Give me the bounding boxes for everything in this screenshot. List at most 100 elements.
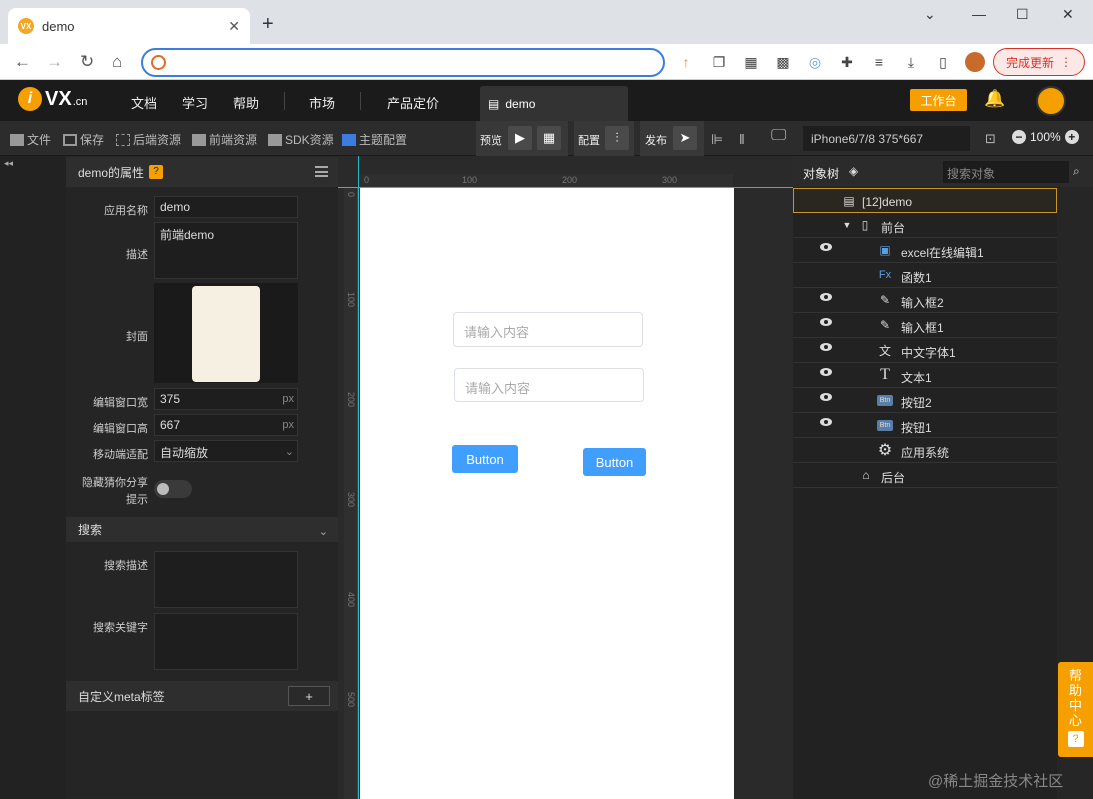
address-bar: ← → ↻ ⌂ ↑ ❐ ▦ ▩ ◎ ✚ ≡ ⤓ ▯ 完成更新 ⋮ bbox=[0, 44, 1093, 80]
theme-config-button[interactable]: 主题配置 bbox=[342, 131, 407, 148]
help-icon[interactable]: ? bbox=[149, 165, 164, 179]
qrcode-icon[interactable]: ▦ bbox=[537, 126, 561, 150]
button-2[interactable]: Button bbox=[452, 445, 518, 473]
menu-icon[interactable] bbox=[315, 166, 328, 177]
tree-row-button1[interactable]: Btn 按钮1 bbox=[793, 413, 1057, 438]
mobile-adapt-select[interactable]: 自动缩放 ⌄ bbox=[154, 440, 298, 462]
chevron-down-icon[interactable]: ⌄ bbox=[924, 6, 936, 23]
object-tree-header: 对象树 ◈ 搜索对象 ⌕ bbox=[793, 156, 1093, 187]
zoom-in-icon[interactable]: + bbox=[1064, 130, 1079, 144]
update-button[interactable]: 完成更新 ⋮ bbox=[993, 48, 1085, 76]
monitor-icon[interactable]: 🖵 bbox=[771, 127, 786, 145]
save-button[interactable]: 保存 bbox=[63, 131, 104, 148]
home-icon[interactable]: ⌂ bbox=[112, 52, 122, 72]
nav-help[interactable]: 帮助 bbox=[233, 93, 259, 112]
sliders-icon[interactable]: ⫶ bbox=[605, 126, 629, 150]
tree-row-excel[interactable]: ▣ excel在线编辑1 bbox=[793, 238, 1057, 263]
profile-avatar[interactable] bbox=[965, 52, 985, 72]
grid-extension-icon[interactable]: ▩ bbox=[775, 54, 791, 70]
layers-icon[interactable]: ◈ bbox=[849, 164, 858, 178]
share-toggle[interactable] bbox=[154, 480, 192, 498]
nav-pricing[interactable]: 产品定价 bbox=[387, 93, 439, 112]
nav-docs[interactable]: 文档 bbox=[131, 93, 157, 112]
url-input[interactable] bbox=[141, 48, 665, 77]
maximize-icon[interactable]: ☐ bbox=[1016, 6, 1029, 23]
nav-learn[interactable]: 学习 bbox=[182, 93, 208, 112]
screenshot-icon[interactable]: ⊡ bbox=[985, 131, 996, 147]
desc-textarea[interactable]: 前端demo bbox=[154, 222, 298, 279]
file-menu[interactable]: 文件 bbox=[10, 131, 51, 148]
search-keyword-textarea[interactable] bbox=[154, 613, 298, 670]
paper-plane-icon[interactable]: ➤ bbox=[673, 126, 697, 150]
distribute-icon[interactable]: ‖ bbox=[739, 131, 745, 147]
phone-canvas[interactable]: 请输入内容 请输入内容 Button Button bbox=[360, 188, 734, 799]
collapse-left-icon[interactable]: ◂◂ bbox=[4, 158, 13, 169]
circle-extension-icon[interactable]: ◎ bbox=[807, 54, 823, 70]
cover-image-picker[interactable] bbox=[154, 283, 298, 383]
copy-extension-icon[interactable]: ❐ bbox=[711, 54, 727, 70]
close-window-icon[interactable]: ✕ bbox=[1062, 6, 1074, 23]
caret-down-icon[interactable]: ▼ bbox=[839, 217, 855, 233]
help-center-button[interactable]: 帮助中心 ? bbox=[1058, 662, 1093, 757]
tree-row-function[interactable]: Fx 函数1 bbox=[793, 263, 1057, 288]
tree-row-input2[interactable]: ✎ 输入框2 bbox=[793, 288, 1057, 313]
workbench-button[interactable]: 工作台 bbox=[910, 89, 967, 111]
sidepanel-icon[interactable]: ▯ bbox=[935, 54, 951, 70]
server-icon: ⌂ bbox=[862, 468, 870, 482]
minimize-icon[interactable]: — bbox=[972, 6, 986, 22]
search-desc-textarea[interactable] bbox=[154, 551, 298, 608]
bell-icon[interactable]: 🔔 bbox=[984, 89, 1005, 109]
tree-row-frontend[interactable]: ▼ ▯ 前台 bbox=[793, 213, 1057, 238]
eye-icon[interactable] bbox=[820, 293, 832, 301]
ivx-logo[interactable]: i VX .cn bbox=[18, 87, 87, 111]
close-tab-icon[interactable]: ✕ bbox=[228, 18, 240, 35]
browser-tab[interactable]: VX demo ✕ bbox=[8, 8, 250, 44]
width-input[interactable]: 375 px bbox=[154, 388, 298, 410]
eye-icon[interactable] bbox=[820, 243, 832, 251]
qrcode-extension-icon[interactable]: ▦ bbox=[743, 54, 759, 70]
app-name-input[interactable]: demo bbox=[154, 196, 298, 218]
eye-icon[interactable] bbox=[820, 418, 832, 426]
download-icon[interactable]: ⤓ bbox=[903, 54, 919, 70]
height-input[interactable]: 667 px bbox=[154, 414, 298, 436]
input-box-1[interactable]: 请输入内容 bbox=[454, 368, 644, 402]
align-left-icon[interactable]: ⊫ bbox=[711, 131, 723, 148]
search-section-header[interactable]: 搜索 ⌄ bbox=[66, 517, 338, 542]
site-info-icon[interactable] bbox=[151, 55, 166, 70]
new-tab-icon[interactable]: + bbox=[262, 13, 274, 36]
object-search-input[interactable]: 搜索对象 bbox=[943, 161, 1069, 183]
eye-icon[interactable] bbox=[820, 393, 832, 401]
zoom-out-icon[interactable]: − bbox=[1012, 130, 1026, 144]
forward-icon[interactable]: → bbox=[46, 52, 63, 72]
arrow-up-extension-icon[interactable]: ↑ bbox=[678, 54, 694, 70]
tree-row-text[interactable]: T 文本1 bbox=[793, 363, 1057, 388]
eye-icon[interactable] bbox=[820, 318, 832, 326]
user-avatar[interactable] bbox=[1036, 86, 1066, 116]
tree-row-font[interactable]: 文 中文字体1 bbox=[793, 338, 1057, 363]
add-meta-button[interactable]: + bbox=[288, 686, 330, 706]
backend-resources-button[interactable]: 后端资源 bbox=[116, 131, 181, 148]
play-icon[interactable]: ▶ bbox=[508, 126, 532, 150]
nav-market[interactable]: 市场 bbox=[309, 93, 335, 112]
eye-icon[interactable] bbox=[820, 343, 832, 351]
reload-icon[interactable]: ↻ bbox=[80, 52, 94, 72]
sdk-resources-button[interactable]: SDK资源 bbox=[268, 131, 334, 148]
button-1[interactable]: Button bbox=[583, 448, 646, 476]
guide-line-horizontal bbox=[338, 187, 793, 188]
playlist-icon[interactable]: ≡ bbox=[871, 54, 887, 70]
tree-row-input1[interactable]: ✎ 输入框1 bbox=[793, 313, 1057, 338]
device-select[interactable]: iPhone6/7/8 375*667 bbox=[803, 126, 970, 151]
app-name-label: 应用名称 bbox=[104, 205, 148, 217]
puzzle-icon[interactable]: ✚ bbox=[839, 54, 855, 70]
tree-row-button2[interactable]: Btn 按钮2 bbox=[793, 388, 1057, 413]
tree-row-demo[interactable]: ▤ [12]demo bbox=[793, 188, 1057, 213]
eye-icon[interactable] bbox=[820, 368, 832, 376]
tree-row-appsystem[interactable]: ⚙ 应用系统 bbox=[793, 438, 1057, 463]
tree-row-backend[interactable]: ⌂ 后台 bbox=[793, 463, 1057, 488]
ruler-tick: 0 bbox=[346, 192, 356, 198]
input-box-2[interactable]: 请输入内容 bbox=[453, 312, 643, 347]
app-tab-demo[interactable]: ▤ demo bbox=[480, 86, 628, 121]
frontend-resources-button[interactable]: 前端资源 bbox=[192, 131, 257, 148]
search-icon[interactable]: ⌕ bbox=[1073, 164, 1080, 179]
back-icon[interactable]: ← bbox=[14, 52, 31, 72]
